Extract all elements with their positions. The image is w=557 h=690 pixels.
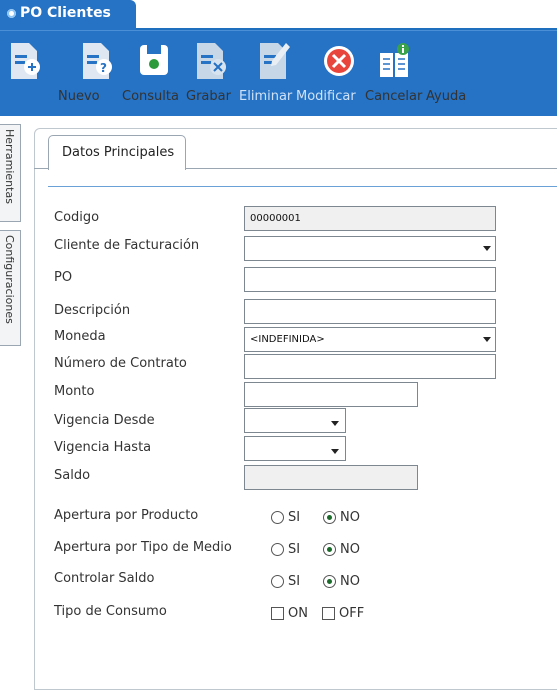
apertura-producto-no-radio[interactable] xyxy=(323,511,336,524)
label-cliente: Cliente de Facturación xyxy=(54,238,200,253)
chevron-down-icon xyxy=(331,421,339,426)
label-monto: Monto xyxy=(54,384,95,399)
label-contrato: Número de Contrato xyxy=(54,356,187,371)
label-codigo: Codigo xyxy=(54,210,100,225)
consulta-label: Consulta xyxy=(122,89,179,104)
apertura-producto-si-label: SI xyxy=(288,510,301,525)
apertura-medio-no-label: NO xyxy=(340,542,360,557)
tab-datos-principales-label: Datos Principales xyxy=(62,145,175,160)
contrato-field[interactable] xyxy=(244,354,496,379)
cancelar-label: Cancelar xyxy=(365,89,423,104)
moneda-select-value: <INDEFINIDA> xyxy=(250,334,325,345)
eliminar-label: Eliminar xyxy=(239,89,293,104)
po-field[interactable] xyxy=(244,267,496,292)
grabar-button[interactable]: Grabar xyxy=(132,39,231,104)
help-book-icon xyxy=(380,43,409,77)
cancel-icon xyxy=(324,46,354,76)
svg-text:?: ? xyxy=(100,61,107,75)
cancelar-button[interactable]: Cancelar xyxy=(311,39,422,104)
sidetab-herramientas-label: Herramientas xyxy=(3,129,16,204)
chevron-down-icon xyxy=(483,337,491,342)
controlar-saldo-no-radio[interactable] xyxy=(323,575,336,588)
tipo-consumo-on-checkbox[interactable] xyxy=(271,607,284,620)
chevron-down-icon xyxy=(331,449,339,454)
controlar-saldo-si-radio[interactable] xyxy=(271,575,284,588)
modificar-button[interactable]: Modificar xyxy=(242,39,356,104)
apertura-producto-si-radio[interactable] xyxy=(271,511,284,524)
controlar-saldo-no-label: NO xyxy=(340,574,360,589)
chevron-down-icon xyxy=(483,246,491,251)
cliente-select[interactable] xyxy=(244,236,496,261)
label-vigencia-desde: Vigencia Desde xyxy=(54,413,155,428)
monto-field[interactable] xyxy=(244,382,418,407)
sidetab-configuraciones[interactable]: Configuraciones xyxy=(0,230,21,346)
form-separator xyxy=(48,186,557,187)
moneda-select[interactable]: <INDEFINIDA> xyxy=(244,327,496,352)
label-apertura-producto: Apertura por Producto xyxy=(54,508,199,523)
ayuda-label: Ayuda xyxy=(426,89,467,104)
label-vigencia-hasta: Vigencia Hasta xyxy=(54,440,152,455)
label-apertura-medio: Apertura por Tipo de Medio xyxy=(54,540,232,555)
doc-edit-icon xyxy=(260,43,290,79)
codigo-field[interactable]: 00000001 xyxy=(244,206,496,231)
doc-add-icon xyxy=(11,43,40,79)
label-saldo: Saldo xyxy=(54,468,91,483)
descripcion-field[interactable] xyxy=(244,299,496,324)
label-controlar-saldo: Controlar Saldo xyxy=(54,571,155,586)
doc-delete-icon xyxy=(197,43,226,79)
grabar-label: Grabar xyxy=(186,89,231,104)
doc-question-icon: ? xyxy=(83,43,112,79)
side-tabs: Herramientas Configuraciones xyxy=(0,118,22,678)
eliminar-button[interactable]: Eliminar xyxy=(185,39,292,104)
window-tabbar: PO Clientes xyxy=(0,0,557,30)
label-tipo-consumo: Tipo de Consumo xyxy=(54,604,167,619)
nuevo-label: Nuevo xyxy=(58,89,100,104)
apertura-producto-no-label: NO xyxy=(340,510,360,525)
saldo-field[interactable] xyxy=(244,465,418,490)
apertura-medio-si-radio[interactable] xyxy=(271,543,284,556)
modificar-label: Modificar xyxy=(296,89,356,104)
apertura-medio-si-label: SI xyxy=(288,542,301,557)
tipo-consumo-on-label: ON xyxy=(288,606,308,621)
sidetab-herramientas[interactable]: Herramientas xyxy=(0,124,21,222)
app-title: PO Clientes xyxy=(20,5,111,21)
apertura-medio-no-radio[interactable] xyxy=(323,543,336,556)
ayuda-button[interactable]: Ayuda xyxy=(372,39,466,104)
app-status-icon xyxy=(7,9,16,18)
tipo-consumo-off-label: OFF xyxy=(339,606,365,621)
vigencia-hasta-select[interactable] xyxy=(244,436,346,461)
controlar-saldo-si-label: SI xyxy=(288,574,301,589)
toolbar: Nuevo ? Consulta Grabar Eliminar Modific… xyxy=(0,30,557,116)
label-moneda: Moneda xyxy=(54,329,106,344)
consulta-button[interactable]: ? Consulta xyxy=(68,39,179,104)
tab-datos-principales[interactable]: Datos Principales xyxy=(48,135,186,170)
tipo-consumo-off-checkbox[interactable] xyxy=(322,607,335,620)
nuevo-button[interactable]: Nuevo xyxy=(4,39,100,104)
app-tab[interactable]: PO Clientes xyxy=(0,0,136,30)
vigencia-desde-select[interactable] xyxy=(244,408,346,433)
save-icon xyxy=(140,45,168,75)
sidetab-configuraciones-label: Configuraciones xyxy=(3,235,16,324)
label-po: PO xyxy=(54,270,73,285)
label-descripcion: Descripción xyxy=(54,303,131,318)
